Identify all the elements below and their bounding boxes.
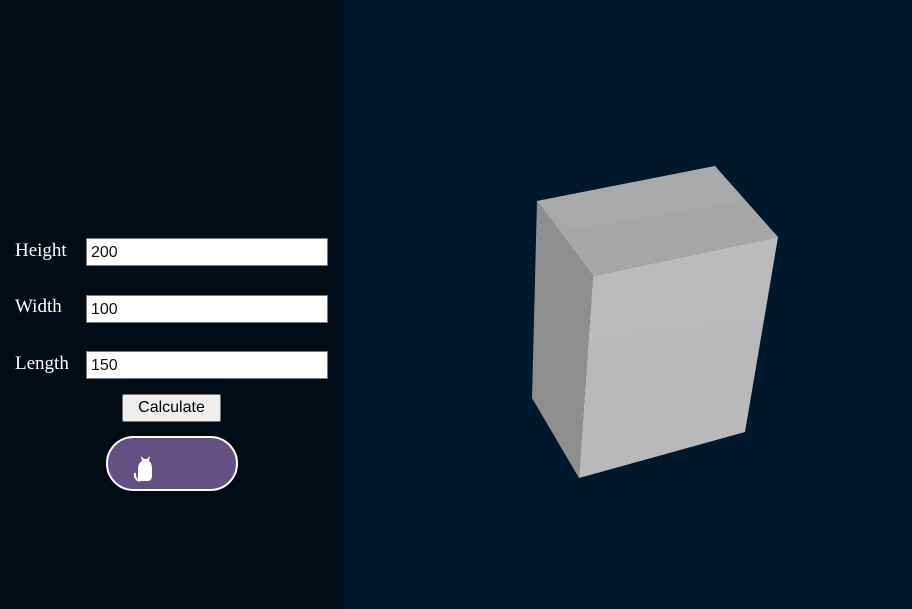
calculate-button[interactable]: Calculate	[122, 394, 221, 422]
3d-viewport[interactable]	[344, 0, 912, 609]
length-label: Length	[15, 353, 69, 374]
logo-badge[interactable]	[106, 436, 238, 491]
box-3d-render	[532, 166, 778, 478]
width-input[interactable]	[86, 295, 328, 323]
dimension-panel: Height Width Length Calculate	[0, 0, 344, 609]
cat-moon-logo-icon	[120, 447, 152, 483]
height-input[interactable]	[86, 238, 328, 266]
width-label: Width	[15, 296, 62, 317]
app-root: Height Width Length Calculate	[0, 0, 912, 609]
height-label: Height	[15, 240, 67, 261]
length-input[interactable]	[86, 351, 328, 379]
